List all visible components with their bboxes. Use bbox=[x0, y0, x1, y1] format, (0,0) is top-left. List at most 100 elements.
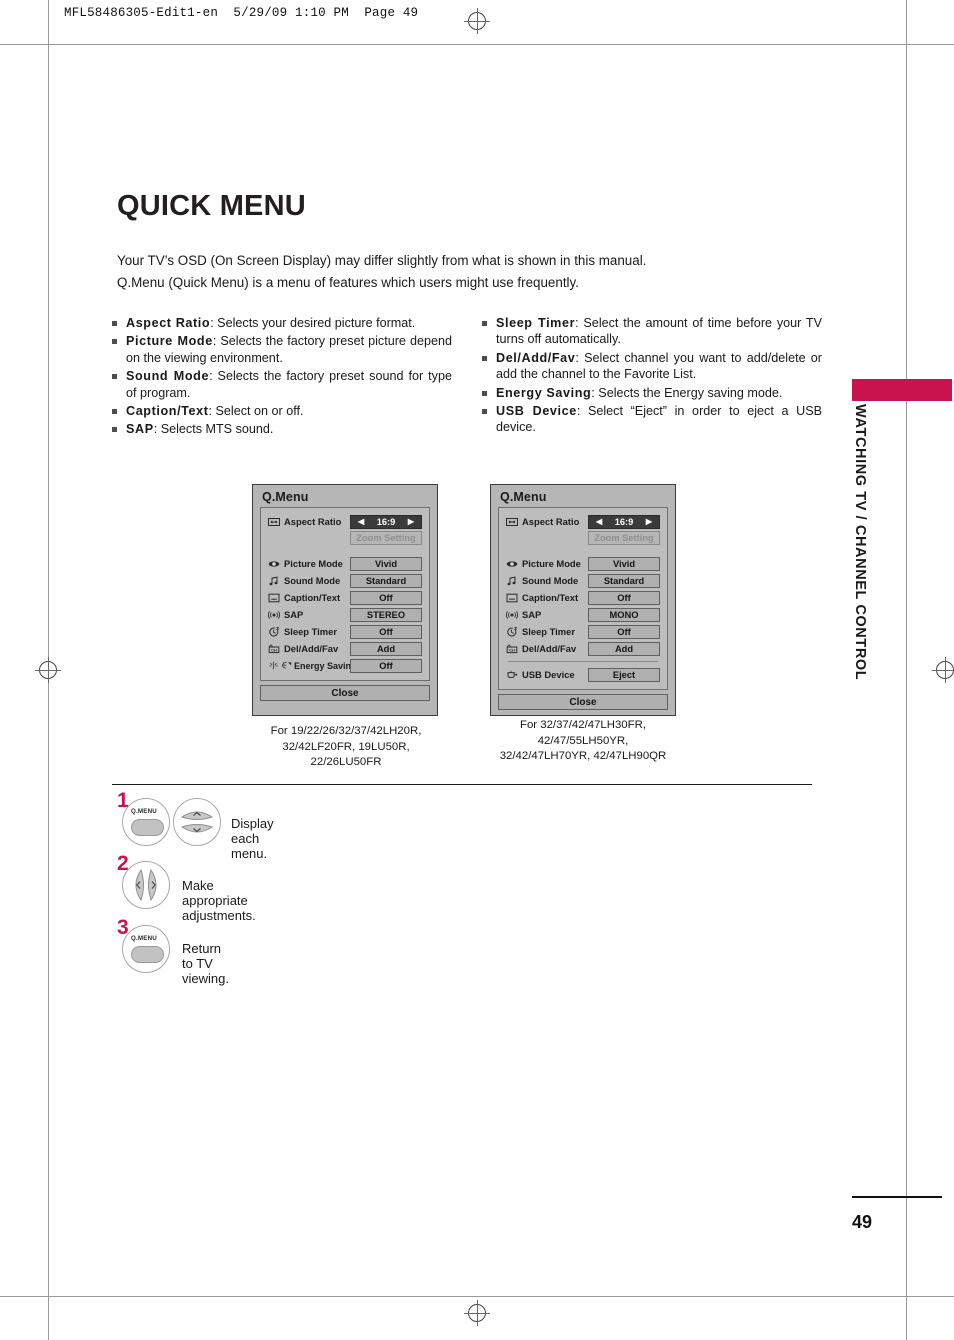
osd-divider bbox=[508, 661, 658, 662]
chevron-left-icon[interactable]: ◀ bbox=[358, 517, 364, 526]
osd-row-label: SAP bbox=[268, 609, 350, 620]
osd-close-wrap: Close bbox=[491, 690, 675, 716]
osd-body: Aspect Ratio ◀ 16:9 ▶ Zoom Setting Pictu… bbox=[260, 507, 430, 681]
side-tab-label: WATCHING TV / CHANNEL CONTROL bbox=[852, 404, 868, 681]
osd-right-caption: For 32/37/42/47LH30FR, 42/47/55LH50YR, 3… bbox=[499, 719, 667, 762]
osd-label-text: Picture Mode bbox=[284, 558, 343, 569]
osd-row-energy-saving[interactable]: Energy Saving Off bbox=[268, 657, 422, 674]
osd-value-sap[interactable]: MONO bbox=[588, 607, 660, 622]
qmenu-button-label: Q.MENU bbox=[131, 935, 157, 942]
osd-left-caption: For 19/22/26/32/37/42LH20R, 32/42LF20FR,… bbox=[270, 725, 422, 768]
osd-row-sound-mode[interactable]: Sound Mode Standard bbox=[506, 572, 660, 589]
osd-row-label: Aspect Ratio bbox=[268, 516, 350, 527]
osd-row-sap[interactable]: SAP MONO bbox=[506, 606, 660, 623]
osd-label-text: Picture Mode bbox=[522, 558, 581, 569]
osd-value-zoom-setting[interactable]: Zoom Setting bbox=[350, 531, 422, 545]
osd-label-text: Del/Add/Fav bbox=[522, 643, 577, 654]
osd-row-caption-text[interactable]: Caption/Text Off bbox=[506, 589, 660, 606]
osd-label-text: Caption/Text bbox=[284, 592, 341, 603]
osd-close-wrap: Close bbox=[253, 681, 437, 707]
osd-label-text: Energy Saving bbox=[294, 660, 357, 671]
intro-line-2: Q.Menu (Quick Menu) is a menu of feature… bbox=[117, 275, 579, 290]
left-right-icon[interactable] bbox=[123, 862, 169, 908]
osd-label-text: SAP bbox=[522, 609, 542, 620]
svg-text:CH: CH bbox=[271, 647, 277, 652]
osd-row-aspect-ratio[interactable]: Aspect Ratio ◀ 16:9 ▶ bbox=[506, 513, 660, 530]
osd-value-picture-mode[interactable]: Vivid bbox=[588, 556, 660, 571]
osd-value-del-add-fav[interactable]: Add bbox=[588, 641, 660, 656]
osd-value-picture-mode[interactable]: Vivid bbox=[350, 556, 422, 571]
osd-value-aspect-ratio[interactable]: ◀ 16:9 ▶ bbox=[350, 514, 422, 529]
osd-value-sound-mode[interactable]: Standard bbox=[588, 573, 660, 588]
qmenu-button-label: Q.MENU bbox=[131, 808, 157, 815]
osd-row-del-add-fav[interactable]: CH Del/Add/Fav Add bbox=[268, 640, 422, 657]
sap-icon bbox=[268, 610, 280, 619]
osd-row-picture-mode[interactable]: Picture Mode Vivid bbox=[506, 555, 660, 572]
osd-row-label: Caption/Text bbox=[506, 592, 588, 603]
close-button[interactable]: Close bbox=[498, 694, 668, 710]
osd-row-picture-mode[interactable]: Picture Mode Vivid bbox=[268, 555, 422, 572]
del-add-fav-icon: CH bbox=[268, 643, 280, 653]
feature-term: Sleep Timer bbox=[496, 316, 576, 330]
osd-label-text: Del/Add/Fav bbox=[284, 643, 339, 654]
osd-value-zoom-setting[interactable]: Zoom Setting bbox=[588, 531, 660, 545]
osd-row-sleep-timer[interactable]: Sleep Timer Off bbox=[268, 623, 422, 640]
osd-label-text: Sleep Timer bbox=[284, 626, 337, 637]
osd-value-del-add-fav[interactable]: Add bbox=[350, 641, 422, 656]
feature-term: Del/Add/Fav bbox=[496, 350, 576, 365]
chevron-left-icon[interactable]: ◀ bbox=[596, 517, 602, 526]
step-description: Return to TV viewing. bbox=[182, 941, 229, 986]
osd-row-caption-text[interactable]: Caption/Text Off bbox=[268, 589, 422, 606]
qmenu-button-pill[interactable] bbox=[131, 946, 164, 963]
osd-row-sound-mode[interactable]: Sound Mode Standard bbox=[268, 572, 422, 589]
osd-value-sound-mode[interactable]: Standard bbox=[350, 573, 422, 588]
qmenu-button-step3[interactable]: Q.MENU bbox=[122, 925, 170, 973]
step-description: Display each menu. bbox=[231, 816, 274, 861]
up-down-button-step1[interactable] bbox=[173, 798, 221, 846]
qmenu-button-pill[interactable] bbox=[131, 819, 164, 836]
qmenu-button-step1[interactable]: Q.MENU bbox=[122, 798, 170, 846]
picture-mode-icon bbox=[268, 560, 280, 567]
osd-label-text: USB Device bbox=[522, 669, 575, 680]
osd-row-label: Picture Mode bbox=[506, 558, 588, 569]
osd-value-aspect-ratio[interactable]: ◀ 16:9 ▶ bbox=[588, 514, 660, 529]
page-number-rule bbox=[852, 1196, 942, 1198]
osd-label-text: Aspect Ratio bbox=[522, 516, 580, 527]
osd-label-text: Sound Mode bbox=[284, 575, 341, 586]
feature-desc: : Selects MTS sound. bbox=[153, 422, 274, 437]
osd-row-zoom-setting[interactable]: Zoom Setting bbox=[268, 530, 422, 546]
osd-row-usb-device[interactable]: USB Device Eject bbox=[506, 666, 660, 683]
osd-value-sleep-timer[interactable]: Off bbox=[350, 624, 422, 639]
list-item: Del/Add/Fav: Select channel you want to … bbox=[482, 350, 822, 383]
osd-value-sap[interactable]: STEREO bbox=[350, 607, 422, 622]
osd-row-sleep-timer[interactable]: Sleep Timer Off bbox=[506, 623, 660, 640]
chevron-right-icon[interactable]: ▶ bbox=[408, 517, 414, 526]
feature-list-left: Aspect Ratio: Selects your desired pictu… bbox=[112, 315, 452, 438]
osd-label-text: Sound Mode bbox=[522, 575, 579, 586]
osd-label-text: Sleep Timer bbox=[522, 626, 575, 637]
osd-value-sleep-timer[interactable]: Off bbox=[588, 624, 660, 639]
osd-row-label: USB Device bbox=[506, 669, 588, 680]
osd-label-text: Caption/Text bbox=[522, 592, 579, 603]
del-add-fav-icon: CH bbox=[506, 643, 518, 653]
osd-value-caption-text[interactable]: Off bbox=[350, 590, 422, 605]
osd-row-label: Sound Mode bbox=[268, 575, 350, 586]
left-right-button-step2[interactable] bbox=[122, 861, 170, 909]
osd-row-aspect-ratio[interactable]: Aspect Ratio ◀ 16:9 ▶ bbox=[268, 513, 422, 530]
crop-line-bottom bbox=[0, 1296, 954, 1297]
feature-list-right: Sleep Timer: Select the amount of time b… bbox=[482, 315, 822, 436]
osd-row-del-add-fav[interactable]: CH Del/Add/Fav Add bbox=[506, 640, 660, 657]
osd-value-usb-device[interactable]: Eject bbox=[588, 667, 660, 682]
feature-desc: : Selects your desired picture format. bbox=[210, 316, 416, 330]
svg-text:CH: CH bbox=[509, 647, 515, 652]
osd-value-caption-text[interactable]: Off bbox=[588, 590, 660, 605]
feature-desc: : Select on or off. bbox=[208, 404, 304, 419]
close-button[interactable]: Close bbox=[260, 685, 430, 701]
osd-row-sap[interactable]: SAP STEREO bbox=[268, 606, 422, 623]
osd-value-energy-saving[interactable]: Off bbox=[350, 658, 422, 673]
up-down-icon[interactable] bbox=[174, 799, 220, 845]
osd-row-zoom-setting[interactable]: Zoom Setting bbox=[506, 530, 660, 546]
crop-line-top bbox=[0, 44, 954, 45]
file-header: MFL58486305-Edit1-en 5/29/09 1:10 PM Pag… bbox=[64, 6, 419, 20]
chevron-right-icon[interactable]: ▶ bbox=[646, 517, 652, 526]
